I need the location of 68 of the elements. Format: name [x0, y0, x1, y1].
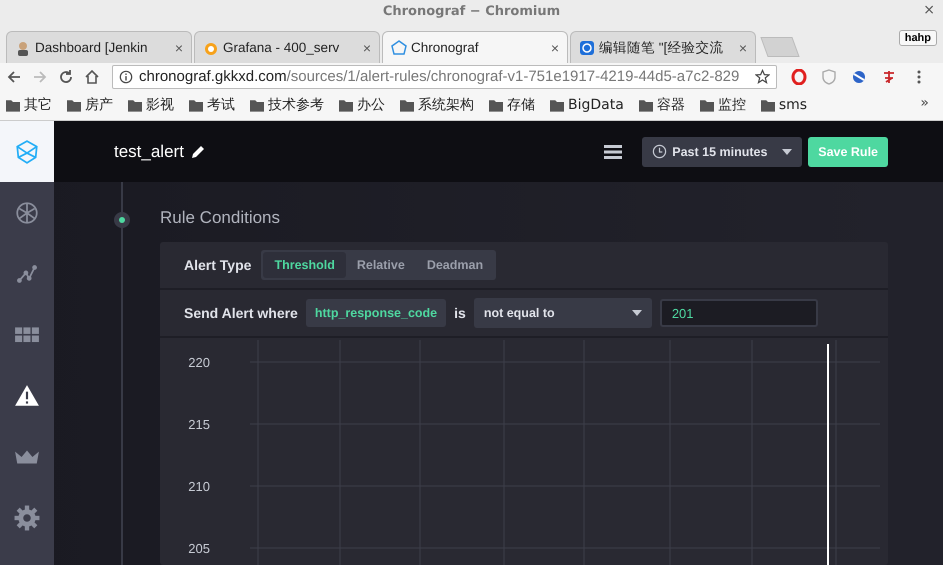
tab-close-button[interactable]: × [362, 40, 371, 56]
timeline-dot [114, 212, 130, 228]
clock-icon [652, 144, 668, 159]
star-icon[interactable] [755, 69, 770, 84]
bookmark-folder[interactable]: BigData [550, 97, 624, 113]
bookmark-folder[interactable]: 其它 [6, 96, 52, 114]
bookmark-folder[interactable]: sms [760, 97, 808, 113]
home-icon[interactable] [84, 68, 100, 84]
time-range-dropdown[interactable]: Past 15 minutes [642, 136, 802, 166]
folder-icon [6, 98, 20, 112]
info-icon [119, 70, 133, 84]
bookmark-folder[interactable]: 存储 [489, 96, 535, 114]
more-bookmarks-button[interactable]: » [920, 95, 929, 111]
pencil-icon[interactable] [190, 144, 206, 160]
bookmark-folder[interactable]: 容器 [638, 96, 685, 114]
alert-type-tab[interactable]: Relative [346, 252, 416, 278]
rule-name: test_alert [114, 142, 184, 162]
person-icon [15, 40, 31, 56]
bookmark-folder[interactable]: 技术参考 [250, 96, 324, 114]
close-button[interactable]: × [923, 2, 935, 18]
condition-verb: is [454, 305, 466, 321]
y-tick-label: 205 [188, 541, 210, 556]
alert-type-tab[interactable]: Deadman [416, 252, 494, 278]
threshold-input[interactable]: 201 [660, 299, 818, 327]
opera-icon[interactable] [791, 68, 807, 84]
bookmark-folder[interactable]: 考试 [189, 96, 235, 114]
folder-icon [189, 98, 203, 112]
folder-icon [489, 98, 503, 112]
window-title: Chronograf − Chromium [382, 4, 560, 18]
bookmark-folder[interactable]: 系统架构 [400, 96, 474, 114]
list-icon[interactable] [604, 144, 622, 160]
reload-icon[interactable] [58, 68, 74, 84]
folder-icon [400, 98, 414, 112]
folder-icon [250, 98, 264, 112]
back-icon[interactable] [6, 68, 22, 84]
folder-icon [128, 98, 142, 112]
warning-icon [14, 382, 40, 408]
folder-icon [339, 98, 353, 112]
tab-close-button[interactable]: × [738, 40, 747, 56]
caret-icon [782, 148, 792, 154]
folder-icon [67, 98, 81, 112]
bookmark-folder[interactable]: 房产 [67, 96, 113, 114]
alert-type-tab[interactable]: Threshold [263, 252, 346, 278]
folder-icon [550, 98, 564, 112]
bookmark-folder[interactable]: 监控 [700, 96, 746, 114]
y-tick-label: 210 [188, 479, 210, 494]
operator-dropdown[interactable]: not equal to [474, 298, 652, 328]
browser-tab[interactable]: Dashboard [Jenkin × [6, 31, 192, 63]
tab-close-button[interactable]: × [174, 40, 183, 56]
profile-button[interactable]: hahp [898, 30, 937, 46]
y-tick-label: 215 [188, 417, 210, 432]
folder-icon [700, 98, 714, 112]
browser-tab[interactable]: Grafana - 400_serv × [194, 31, 380, 63]
field-name-tag[interactable]: http_response_code [306, 299, 446, 327]
condition-label: Send Alert where [184, 305, 298, 321]
browser-tab[interactable]: 编辑随笔 "[经验交流 × [570, 31, 756, 63]
address-bar[interactable]: chronograf.gkkxd.com/sources/1/alert-rules/chronograf-v1-751e1917-4219-44d5-a7c2-829 [112, 64, 777, 88]
browser-tab[interactable]: Chronograf × [382, 31, 568, 63]
section-title: Rule Conditions [160, 208, 282, 228]
bookmark-folder[interactable]: 办公 [339, 96, 385, 114]
alert-type-label: Alert Type [184, 257, 252, 273]
folder-icon [638, 98, 653, 112]
y-tick-label: 220 [188, 355, 210, 370]
tab-close-button[interactable]: × [550, 40, 559, 56]
caret-icon [632, 310, 642, 316]
folder-icon [760, 98, 775, 112]
bookmark-folder[interactable]: 影视 [128, 96, 174, 114]
settings-icon [14, 504, 40, 530]
